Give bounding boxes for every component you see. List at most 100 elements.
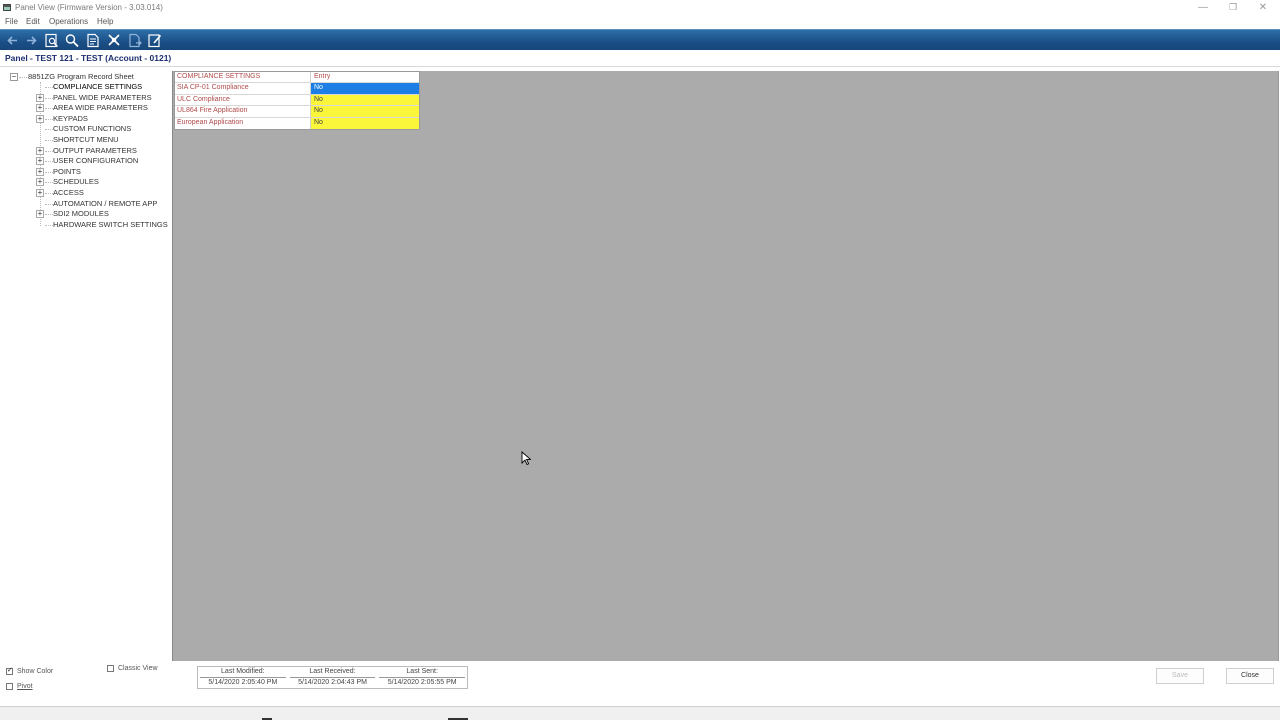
tree-connector: [45, 203, 53, 205]
tree-item-custom-functions[interactable]: CUSTOM FUNCTIONS: [36, 124, 172, 134]
tree-item-label: ACCESS: [53, 188, 84, 197]
menu-operations[interactable]: Operations: [49, 17, 88, 26]
sync-status-box: Last Modified: 5/14/2020 2:05:40 PM Last…: [197, 666, 468, 689]
last-sent-value: 5/14/2020 2:05:55 PM: [379, 677, 466, 686]
tree-item-schedules[interactable]: + SCHEDULES: [36, 177, 172, 187]
classic-view-checkbox[interactable]: [107, 665, 114, 672]
tree-item-access[interactable]: + ACCESS: [36, 188, 172, 198]
classic-view-label: Classic View: [118, 665, 158, 672]
tools-icon[interactable]: [105, 32, 123, 49]
table-row[interactable]: ULC Compliance No: [175, 94, 419, 107]
toolbar: [0, 29, 1280, 50]
tree-item-compliance-settings[interactable]: COMPLIANCE SETTINGS: [36, 82, 172, 92]
tree-root-collapse-toggle[interactable]: −: [10, 73, 18, 81]
tree-item-hardware-switch-settings[interactable]: HARDWARE SWITCH SETTINGS: [36, 220, 172, 230]
expand-toggle[interactable]: +: [36, 210, 44, 219]
setting-value-cell[interactable]: No: [311, 106, 419, 117]
tree-item-label: SDI2 MODULES: [53, 209, 109, 219]
table-row[interactable]: SIA CP-01 Compliance No: [175, 83, 419, 95]
tree-root[interactable]: 8851ZG Program Record Sheet: [28, 72, 134, 81]
last-received: Last Received: 5/14/2020 2:04:43 PM: [288, 667, 378, 688]
tree-item-area-wide-parameters[interactable]: + AREA WIDE PARAMETERS: [36, 103, 172, 113]
show-color-checkbox[interactable]: [6, 666, 13, 675]
bottom-bar: [0, 661, 1280, 706]
maximize-button[interactable]: ❐: [1218, 0, 1248, 16]
expand-toggle[interactable]: +: [36, 178, 44, 187]
tree-connector: [45, 140, 53, 141]
back-arrow-icon[interactable]: [3, 32, 21, 49]
menu-bar: File Edit Operations Help: [0, 16, 1280, 28]
tree-item-label: USER CONFIGURATION: [53, 156, 139, 166]
tree-connector: [45, 214, 53, 216]
pivot-checkbox[interactable]: [6, 683, 13, 690]
expand-toggle[interactable]: +: [36, 167, 44, 176]
last-modified-value: 5/14/2020 2:05:40 PM: [200, 677, 286, 686]
setting-name: ULC Compliance: [175, 94, 311, 106]
tree-item-label: AREA WIDE PARAMETERS: [53, 103, 148, 113]
expand-toggle[interactable]: +: [36, 157, 44, 166]
search-icon[interactable]: [63, 32, 81, 49]
tree-connector: [45, 87, 53, 88]
expand-toggle[interactable]: +: [36, 146, 44, 155]
menu-help[interactable]: Help: [97, 17, 113, 26]
table-row[interactable]: UL864 Fire Application No: [175, 106, 419, 118]
tree-item-label: KEYPADS: [53, 113, 88, 123]
last-modified-label: Last Modified:: [221, 668, 265, 675]
last-sent: Last Sent: 5/14/2020 2:05:55 PM: [377, 667, 467, 688]
tree-item-label: AUTOMATION / REMOTE APP: [53, 198, 158, 208]
expand-toggle[interactable]: +: [36, 114, 44, 123]
title-bar: Panel View (Firmware Version - 3.03.014)…: [0, 0, 1280, 16]
tree-item-label: COMPLIANCE SETTINGS: [53, 82, 143, 91]
tree-item-label: OUTPUT PARAMETERS: [53, 145, 137, 155]
tree-item-user-configuration[interactable]: + USER CONFIGURATION: [36, 156, 172, 166]
table-row[interactable]: European Application No: [175, 117, 419, 129]
tree-item-output-parameters[interactable]: + OUTPUT PARAMETERS: [36, 146, 172, 156]
menu-edit[interactable]: Edit: [26, 17, 40, 26]
minimize-button[interactable]: —: [1188, 0, 1218, 16]
expand-toggle[interactable]: +: [36, 104, 44, 113]
tree-connector: [45, 118, 53, 120]
forward-arrow-icon[interactable]: [23, 32, 41, 49]
tree-item-automation-remote-app[interactable]: AUTOMATION / REMOTE APP: [36, 199, 172, 209]
menu-file[interactable]: File: [5, 17, 18, 26]
tree-item-label: PANEL WIDE PARAMETERS: [53, 92, 152, 102]
status-strip: [0, 706, 1280, 720]
edit-note-icon[interactable]: [146, 32, 164, 49]
save-button[interactable]: Save: [1156, 668, 1204, 684]
tree-item-panel-wide-parameters[interactable]: + PANEL WIDE PARAMETERS: [36, 93, 172, 103]
tree-item-label: CUSTOM FUNCTIONS: [53, 124, 132, 134]
tree-item-shortcut-menu[interactable]: SHORTCUT MENU: [36, 135, 172, 145]
export-document-icon[interactable]: [126, 32, 144, 49]
setting-value-cell[interactable]: No: [311, 94, 419, 106]
last-modified: Last Modified: 5/14/2020 2:05:40 PM: [198, 667, 288, 688]
mouse-cursor-icon: [521, 451, 531, 466]
tree-connector: [45, 150, 53, 152]
expand-toggle[interactable]: +: [36, 189, 44, 197]
grid-header-name: COMPLIANCE SETTINGS: [175, 72, 311, 83]
tree-item-points[interactable]: + POINTS: [36, 167, 172, 177]
print-preview-icon[interactable]: [43, 32, 61, 49]
expand-toggle[interactable]: +: [36, 93, 44, 102]
setting-value-cell[interactable]: No: [311, 83, 419, 94]
tree-item-label: HARDWARE SWITCH SETTINGS: [53, 219, 168, 229]
tree-connector: [45, 97, 53, 99]
last-sent-label: Last Sent:: [406, 668, 438, 675]
pivot-label: Pivot: [17, 683, 33, 690]
close-button[interactable]: Close: [1226, 668, 1274, 684]
setting-name: European Application: [175, 117, 311, 129]
panel-view-window: Panel View (Firmware Version - 3.03.014)…: [0, 0, 1280, 720]
setting-name: SIA CP-01 Compliance: [175, 83, 311, 94]
compliance-settings-grid: COMPLIANCE SETTINGS Entry SIA CP-01 Comp…: [174, 71, 420, 130]
window-title: Panel View (Firmware Version - 3.03.014): [15, 3, 163, 12]
panel-title: Panel - TEST 121 - TEST (Account - 0121): [5, 53, 172, 63]
last-received-label: Last Received:: [309, 668, 356, 675]
tree-item-sdi2-modules[interactable]: + SDI2 MODULES: [36, 209, 172, 219]
tree-item-keypads[interactable]: + KEYPADS: [36, 114, 172, 124]
close-window-button[interactable]: ✕: [1248, 0, 1278, 16]
tree-connector: [45, 171, 53, 173]
grid-header-row: COMPLIANCE SETTINGS Entry: [175, 72, 419, 84]
document-icon[interactable]: [84, 32, 102, 49]
show-color-label: Show Color: [17, 668, 54, 675]
setting-value-cell[interactable]: No: [311, 117, 419, 129]
setting-name: UL864 Fire Application: [175, 106, 311, 117]
